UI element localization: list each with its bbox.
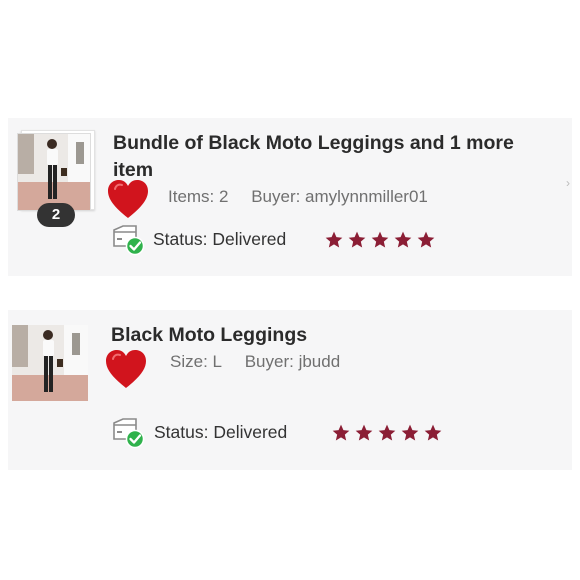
order-title-line: Bundle of Black Moto Leggings and 1 more bbox=[113, 132, 514, 154]
product-thumbnail[interactable] bbox=[17, 133, 91, 211]
order-status: Status: Delivered bbox=[154, 422, 288, 442]
star-icon bbox=[355, 424, 373, 441]
star-icon bbox=[394, 231, 412, 248]
order-card[interactable]: 2 Bundle of Black Moto Leggings and 1 mo… bbox=[8, 118, 572, 276]
order-title[interactable]: Bundle of Black Moto Leggings and 1 more… bbox=[113, 130, 514, 184]
order-card[interactable]: Black Moto Leggings Size: L Buyer: jbudd… bbox=[8, 310, 572, 470]
star-icon bbox=[378, 424, 396, 441]
delivered-box-icon bbox=[113, 418, 145, 449]
delivered-box-icon bbox=[113, 225, 145, 256]
star-icon bbox=[325, 231, 343, 248]
rating-stars bbox=[331, 423, 443, 443]
star-icon bbox=[348, 231, 366, 248]
size-value: Size: L bbox=[170, 352, 222, 371]
order-meta: Size: L Buyer: jbudd bbox=[170, 352, 358, 372]
buyer-name[interactable]: Buyer: jbudd bbox=[245, 352, 340, 371]
heart-icon[interactable] bbox=[104, 348, 148, 390]
order-status: Status: Delivered bbox=[153, 229, 287, 249]
product-photo bbox=[18, 134, 90, 210]
product-thumbnail[interactable] bbox=[12, 325, 88, 401]
order-meta: Items: 2 Buyer: amylynnmiller01 bbox=[168, 187, 446, 207]
star-icon bbox=[371, 231, 389, 248]
chevron-right-icon[interactable]: › bbox=[566, 176, 570, 190]
product-photo bbox=[12, 325, 88, 401]
item-count-badge: 2 bbox=[37, 203, 75, 227]
star-icon bbox=[424, 424, 442, 441]
buyer-name[interactable]: Buyer: amylynnmiller01 bbox=[251, 187, 428, 206]
star-icon bbox=[332, 424, 350, 441]
rating-stars bbox=[324, 230, 436, 250]
items-count: Items: 2 bbox=[168, 187, 229, 206]
star-icon bbox=[417, 231, 435, 248]
star-icon bbox=[401, 424, 419, 441]
order-title-line: item bbox=[113, 159, 154, 181]
order-title[interactable]: Black Moto Leggings bbox=[111, 322, 307, 349]
heart-icon[interactable] bbox=[106, 178, 150, 220]
